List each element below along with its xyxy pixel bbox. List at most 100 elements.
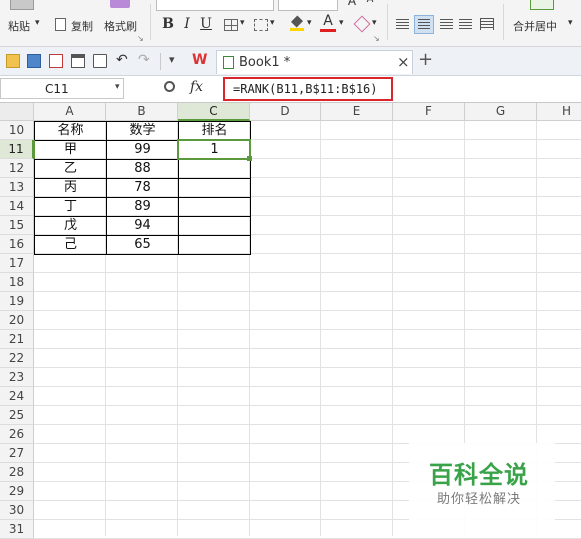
cell-score[interactable]: 78 [106,178,179,198]
spreadsheet-grid[interactable]: ABCDEFGH 10 11 12 13 14 15 16 17 18 19 20 21 22 23 24 2… [0,103,581,539]
row-header-31[interactable]: 31 [0,520,34,539]
redo-icon[interactable]: ↷ [138,52,150,68]
active-cell-selection[interactable] [177,139,251,160]
cell-rank[interactable] [178,159,251,179]
merge-center-button[interactable]: 合并居中 [513,18,557,34]
paste-icon[interactable] [10,0,34,10]
row-header-20[interactable]: 20 [0,311,34,330]
merge-center-icon[interactable] [530,0,554,10]
underline-button[interactable]: U [198,16,214,32]
column-header-a[interactable]: A [34,103,106,121]
row-header-13[interactable]: 13 [0,178,34,197]
border-dropdown-icon[interactable]: ▾ [240,18,245,28]
cell-name[interactable]: 丙 [34,178,107,198]
zoom-search-icon[interactable] [164,81,175,92]
column-header-d[interactable]: D [250,103,321,121]
fill-pattern-icon[interactable] [254,19,268,31]
fill-color-icon[interactable] [290,15,304,31]
row-header-12[interactable]: 12 [0,159,34,178]
cell-name[interactable]: 乙 [34,159,107,179]
row-header-21[interactable]: 21 [0,330,34,349]
format-painter-button[interactable]: 格式刷 [104,18,137,34]
font-dialog-launcher-icon[interactable]: ↘ [373,34,380,43]
export-pdf-icon[interactable] [49,54,63,68]
save-icon[interactable] [27,54,41,68]
column-header-c[interactable]: C [178,103,250,121]
new-tab-icon[interactable]: + [418,49,433,70]
name-box[interactable]: C11 ▾ [0,78,124,99]
format-painter-icon[interactable] [110,0,130,8]
fx-label[interactable]: fx [190,79,203,95]
name-box-dropdown-icon[interactable]: ▾ [115,82,120,92]
paste-button[interactable]: 粘贴 [8,18,30,34]
row-header-10[interactable]: 10 [0,121,34,140]
shrink-font-icon[interactable]: A [362,0,378,5]
copy-button[interactable]: 复制 [71,18,93,34]
formula-input[interactable]: =RANK(B11,B$11:B$16) [223,77,393,101]
row-header-16[interactable]: 16 [0,235,34,254]
row-header-23[interactable]: 23 [0,368,34,387]
cell-score[interactable]: 99 [106,140,179,160]
row-header-26[interactable]: 26 [0,425,34,444]
clipboard-dialog-launcher-icon[interactable]: ↘ [137,34,144,43]
bold-button[interactable]: B [160,16,176,32]
cell-rank[interactable] [178,235,251,255]
column-header-b[interactable]: B [106,103,178,121]
cell-score[interactable]: 89 [106,197,179,217]
row-header-14[interactable]: 14 [0,197,34,216]
cell-rank[interactable] [178,197,251,217]
column-header-h[interactable]: H [537,103,581,121]
row-header-11[interactable]: 11 [0,140,34,159]
italic-button[interactable]: I [179,16,195,32]
fill-handle[interactable] [247,156,252,161]
header-cell-rank[interactable]: 排名 [178,121,251,141]
row-header-27[interactable]: 27 [0,444,34,463]
cell-name[interactable]: 甲 [34,140,107,160]
clear-format-dropdown-icon[interactable]: ▾ [372,18,377,28]
cell-name[interactable]: 戊 [34,216,107,236]
undo-icon[interactable]: ↶ [116,52,128,68]
align-right-icon[interactable] [440,19,453,30]
column-header-e[interactable]: E [321,103,393,121]
row-header-29[interactable]: 29 [0,482,34,501]
align-left-icon[interactable] [396,19,409,30]
select-all-corner[interactable] [0,103,34,121]
border-icon[interactable] [224,19,238,31]
column-header-f[interactable]: F [393,103,465,121]
cell-rank[interactable] [178,178,251,198]
font-color-dropdown-icon[interactable]: ▾ [339,18,344,28]
row-header-22[interactable]: 22 [0,349,34,368]
cell-score[interactable]: 65 [106,235,179,255]
grow-font-icon[interactable]: A [344,0,360,8]
print-preview-icon[interactable] [93,54,107,68]
row-header-24[interactable]: 24 [0,387,34,406]
cell-rank[interactable] [178,216,251,236]
header-cell-name[interactable]: 名称 [34,121,107,141]
row-header-30[interactable]: 30 [0,501,34,520]
cell-name[interactable]: 己 [34,235,107,255]
justify-icon[interactable] [459,19,472,30]
open-folder-icon[interactable] [6,54,20,68]
font-name-combo[interactable] [156,0,274,11]
wps-logo-icon[interactable]: W [192,52,207,68]
fill-pattern-dropdown-icon[interactable]: ▾ [270,18,275,28]
print-icon[interactable] [71,54,85,68]
cell-name[interactable]: 丁 [34,197,107,217]
header-cell-score[interactable]: 数学 [106,121,179,141]
cell-score[interactable]: 88 [106,159,179,179]
row-header-19[interactable]: 19 [0,292,34,311]
clear-format-icon[interactable] [353,15,371,33]
font-size-combo[interactable] [278,0,338,11]
customize-dropdown-icon[interactable]: ▾ [169,53,175,66]
close-tab-icon[interactable]: × [397,53,410,71]
row-header-28[interactable]: 28 [0,463,34,482]
column-header-g[interactable]: G [465,103,537,121]
align-center-icon[interactable] [414,15,434,34]
merge-center-dropdown-icon[interactable]: ▾ [568,18,573,28]
font-color-button[interactable]: A [320,14,336,32]
row-header-15[interactable]: 15 [0,216,34,235]
row-header-17[interactable]: 17 [0,254,34,273]
fill-color-dropdown-icon[interactable]: ▾ [307,18,312,28]
copy-icon[interactable] [55,18,66,31]
tab-book1[interactable]: Book1 * × [216,50,413,74]
